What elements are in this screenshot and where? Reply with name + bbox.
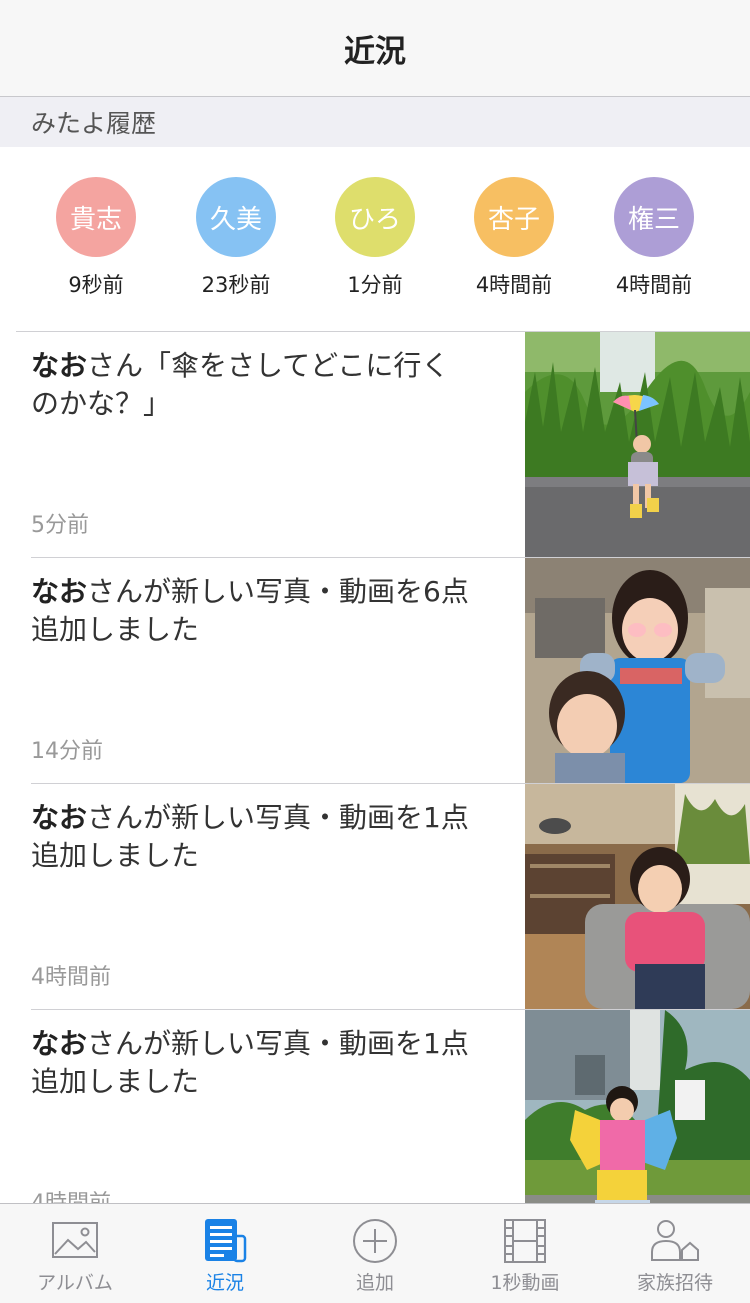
tab-1sec-video[interactable]: 1秒動画 bbox=[450, 1204, 600, 1303]
news-icon bbox=[205, 1219, 247, 1263]
album-icon bbox=[52, 1222, 98, 1258]
message-text: さん「傘をさしてどこに行く bbox=[87, 349, 450, 382]
viewed-history-row: 貴志 9秒前 久美 23秒前 ひろ 1分前 杏子 4時間前 権三 4時間前 bbox=[0, 147, 750, 331]
user-name: なお bbox=[31, 575, 88, 608]
message-text: さんが新しい写真・動画を1点 bbox=[87, 801, 469, 834]
umbrella-girl-photo bbox=[525, 332, 750, 557]
feed-message: なおさんが新しい写真・動画を1点追加しました bbox=[31, 1025, 506, 1101]
photo-thumbnail[interactable] bbox=[525, 784, 750, 1009]
activity-feed[interactable]: なおさん「傘をさしてどこに行く のかな？」 5分前 なおさんが新しい写真・動画を… bbox=[0, 331, 750, 1203]
page-title: 近況 bbox=[344, 33, 406, 70]
girl-on-couch-photo bbox=[525, 784, 750, 1009]
feed-item[interactable]: なおさんが新しい写真・動画を6点追加しました 14分前 bbox=[0, 557, 750, 783]
feed-message: なおさんが新しい写真・動画を6点追加しました bbox=[31, 573, 506, 649]
avatar: ひろ bbox=[335, 177, 415, 257]
message-text: さんが新しい写真・動画を6点 bbox=[87, 575, 469, 608]
history-section-header: みたよ履歴 bbox=[0, 97, 750, 147]
photo-thumbnail[interactable] bbox=[525, 558, 750, 783]
message-text: 追加しました bbox=[31, 613, 200, 646]
add-icon bbox=[353, 1219, 397, 1263]
viewer-item[interactable]: 権三 4時間前 bbox=[584, 177, 724, 299]
tab-news[interactable]: 近況 bbox=[150, 1204, 300, 1303]
navigation-bar: 近況 bbox=[0, 0, 750, 97]
viewed-time: 4時間前 bbox=[615, 273, 693, 297]
photo-thumbnail[interactable] bbox=[525, 1010, 750, 1203]
photo-thumbnail[interactable] bbox=[525, 332, 750, 557]
tab-album[interactable]: アルバム bbox=[0, 1204, 150, 1303]
feed-time: 14分前 bbox=[31, 739, 103, 764]
history-header-label: みたよ履歴 bbox=[31, 109, 157, 138]
avatar: 権三 bbox=[614, 177, 694, 257]
avatar: 貴志 bbox=[56, 177, 136, 257]
sofa-siblings-photo bbox=[525, 558, 750, 783]
feed-message: なおさんが新しい写真・動画を1点追加しました bbox=[31, 799, 506, 875]
viewer-item[interactable]: 貴志 9秒前 bbox=[26, 177, 166, 299]
tab-label: アルバム bbox=[37, 1272, 113, 1294]
tab-label: 家族招待 bbox=[636, 1272, 713, 1294]
tab-label: 近況 bbox=[205, 1272, 244, 1294]
feed-time: 4時間前 bbox=[31, 1185, 111, 1203]
user-name: なお bbox=[31, 801, 88, 834]
tab-bar: アルバム 近況 追加 1秒動画 家族招待 bbox=[0, 1203, 750, 1303]
viewer-item[interactable]: 杏子 4時間前 bbox=[444, 177, 584, 299]
tab-label: 1秒動画 bbox=[490, 1272, 560, 1294]
message-text: さんが新しい写真・動画を1点 bbox=[87, 1027, 469, 1060]
viewed-time: 9秒前 bbox=[68, 273, 124, 297]
message-text: 追加しました bbox=[31, 839, 200, 872]
user-name: なお bbox=[31, 1027, 88, 1060]
message-text: のかな？」 bbox=[31, 387, 172, 420]
feed-time: 4時間前 bbox=[31, 965, 111, 990]
avatar: 杏子 bbox=[474, 177, 554, 257]
viewer-item[interactable]: ひろ 1分前 bbox=[305, 177, 445, 299]
avatar: 久美 bbox=[196, 177, 276, 257]
message-text: 追加しました bbox=[31, 1065, 200, 1098]
film-icon bbox=[504, 1219, 546, 1263]
feed-item[interactable]: なおさんが新しい写真・動画を1点追加しました 4時間前 bbox=[0, 783, 750, 1009]
feed-item[interactable]: なおさん「傘をさしてどこに行くのかな？」 5分前 bbox=[0, 331, 750, 557]
girl-outdoors-photo bbox=[525, 1010, 750, 1203]
viewer-item[interactable]: 久美 23秒前 bbox=[166, 177, 306, 299]
tab-invite-family[interactable]: 家族招待 bbox=[600, 1204, 750, 1303]
tab-add[interactable]: 追加 bbox=[300, 1204, 450, 1303]
viewed-time: 1分前 bbox=[347, 273, 403, 297]
invite-family-icon bbox=[651, 1220, 699, 1261]
user-name: なお bbox=[31, 349, 88, 382]
viewed-time: 23秒前 bbox=[201, 273, 271, 297]
viewed-time: 4時間前 bbox=[475, 273, 553, 297]
feed-item[interactable]: なおさんが新しい写真・動画を1点追加しました 4時間前 bbox=[0, 1009, 750, 1203]
feed-message: なおさん「傘をさしてどこに行くのかな？」 bbox=[31, 347, 506, 423]
feed-time: 5分前 bbox=[31, 513, 89, 538]
tab-label: 追加 bbox=[355, 1272, 394, 1294]
